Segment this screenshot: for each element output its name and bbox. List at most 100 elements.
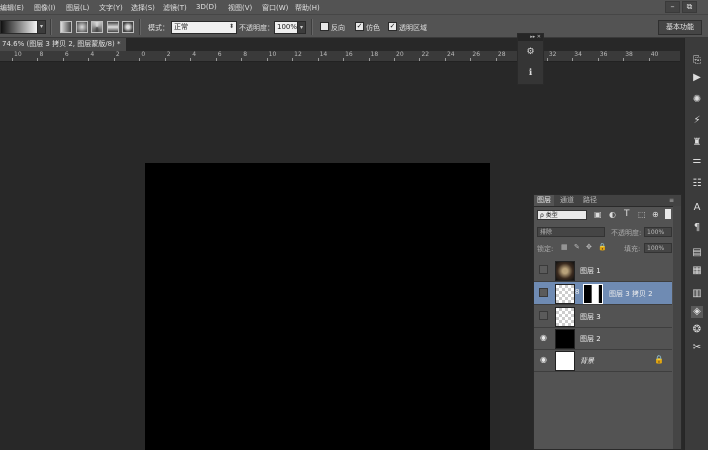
menu-window[interactable]: 窗口(W) — [262, 3, 288, 13]
ruler-tick — [164, 58, 166, 61]
layer-name: 图层 3 — [580, 313, 601, 321]
diamond-gradient-icon[interactable] — [122, 21, 134, 33]
tab-channels[interactable]: 通道 — [557, 195, 577, 206]
filter-type-icon[interactable]: T — [624, 209, 630, 219]
paragraph-icon[interactable]: ¶ — [691, 222, 703, 234]
reverse-checkbox[interactable] — [320, 22, 329, 31]
menu-3d[interactable]: 3D(D) — [196, 3, 217, 11]
layer-row[interactable]: 图层 3 — [534, 305, 672, 328]
panel-collapse-icon[interactable]: ▸▸ ✕ — [518, 34, 543, 41]
link-chain-icon[interactable]: 8 — [575, 288, 579, 296]
ruler-tick — [241, 58, 243, 61]
layer-thumbnail — [555, 351, 575, 371]
document-tab[interactable]: 74.6% (图层 3 拷贝 2, 图层蒙版/8) * — [0, 38, 126, 51]
document-tab-title: 74.6% (图层 3 拷贝 2, 图层蒙版/8) * — [2, 40, 121, 48]
menu-bar: 编辑(E) 图像(I) 图层(L) 文字(Y) 选择(S) 滤镜(T) 3D(D… — [0, 0, 708, 14]
eye-icon[interactable]: ◉ — [539, 355, 548, 364]
paragraph-styles-icon[interactable]: ☷ — [691, 178, 703, 190]
layer-mask-thumbnail[interactable] — [583, 284, 603, 304]
linear-gradient-icon[interactable] — [60, 21, 72, 33]
minimize-button[interactable]: – — [665, 1, 680, 13]
layer-opacity-label: 不透明度: — [611, 229, 642, 237]
layer-thumbnail — [555, 307, 575, 327]
ruler-tick — [648, 58, 650, 61]
menu-layer[interactable]: 图层(L) — [66, 3, 89, 13]
menu-image[interactable]: 图像(I) — [34, 3, 56, 13]
menu-view[interactable]: 视图(V) — [228, 3, 252, 13]
layer-row-selected[interactable]: 8 图层 3 拷贝 2 — [534, 282, 672, 305]
layer-filter-select[interactable]: ρ 类型 — [537, 210, 587, 220]
lock-transparent-icon[interactable]: ▦ — [561, 243, 568, 251]
options-bar: ▾ 模式： 正常 ⬍ 不透明度： 100% ▾ 反向 ✓ 仿色 ✓ 透明区域 基… — [0, 14, 708, 38]
clone-source-icon[interactable]: ♜ — [691, 137, 703, 149]
menu-help[interactable]: 帮助(H) — [295, 3, 320, 13]
layer-row[interactable]: ◉ 背景 🔒 — [534, 349, 672, 372]
opacity-label: 不透明度： — [239, 24, 274, 32]
filter-smart-object-icon[interactable]: ⊕ — [652, 210, 659, 219]
styles-icon[interactable]: ▦ — [691, 265, 703, 277]
ruler-tick-label: 6 — [217, 51, 222, 58]
lock-position-icon[interactable]: ✥ — [586, 243, 592, 251]
ruler-tick — [343, 58, 345, 61]
swatches-icon[interactable]: ▤ — [691, 247, 703, 259]
opacity-dropdown-icon[interactable]: ▾ — [297, 21, 306, 34]
chevron-down-icon: ⬍ — [228, 23, 234, 30]
layer-row[interactable]: 图层 1 — [534, 259, 672, 282]
ruler-tick-label: 0 — [141, 51, 146, 58]
gradient-picker-arrow-icon[interactable]: ▾ — [37, 20, 46, 34]
document-canvas[interactable] — [145, 163, 490, 450]
dither-checkbox[interactable]: ✓ — [355, 22, 364, 31]
ruler-tick — [215, 58, 217, 61]
filter-shape-icon[interactable]: ⬚ — [638, 210, 646, 219]
visibility-toggle[interactable] — [539, 288, 548, 297]
lock-all-icon[interactable]: 🔒 — [598, 243, 607, 251]
layers-scrollbar[interactable] — [673, 206, 681, 449]
ruler-tick-label: 38 — [625, 51, 633, 58]
ruler-tick — [292, 58, 294, 61]
filter-adjustment-icon[interactable]: ◐ — [609, 210, 616, 219]
restore-button[interactable]: ⧉ — [682, 1, 697, 13]
tab-layers[interactable]: 图层 — [534, 195, 554, 206]
visibility-toggle[interactable] — [539, 311, 548, 320]
paths-icon[interactable]: ✂ — [691, 342, 703, 354]
mode-select[interactable]: 正常 ⬍ — [171, 21, 237, 34]
info-panel-icon[interactable]: ⚙ — [525, 47, 536, 58]
ruler-tick-label: 8 — [39, 51, 44, 58]
gradient-preview[interactable] — [0, 20, 38, 34]
layer-row[interactable]: ◉ 图层 2 — [534, 327, 672, 350]
adjustments-icon[interactable]: ▥ — [691, 288, 703, 300]
panel-menu-icon[interactable]: ≡ — [666, 195, 677, 206]
workspace-button[interactable]: 基本功能 — [658, 20, 702, 35]
menu-filter[interactable]: 滤镜(T) — [163, 3, 187, 13]
angle-gradient-icon[interactable] — [91, 21, 103, 33]
navigator-icon[interactable]: ✺ — [691, 94, 703, 106]
ruler-tick-label: 26 — [472, 51, 481, 58]
menu-type[interactable]: 文字(Y) — [99, 3, 123, 13]
brush-presets-icon[interactable]: ⚡ — [691, 115, 703, 127]
tool-presets-icon[interactable]: ⚌ — [691, 155, 703, 167]
actions-play-icon[interactable]: ▶ — [691, 72, 703, 84]
fill-input[interactable]: 100% — [644, 243, 672, 253]
ruler-tick — [62, 58, 64, 61]
menu-edit[interactable]: 编辑(E) — [0, 3, 24, 13]
visibility-toggle[interactable] — [539, 265, 548, 274]
reflected-gradient-icon[interactable] — [107, 21, 119, 33]
history-icon[interactable]: ⎘ — [691, 55, 703, 67]
character-icon[interactable]: A — [691, 202, 703, 214]
ruler-tick-label: 10 — [14, 51, 22, 58]
ruler-tick — [88, 58, 90, 61]
filter-pixel-icon[interactable]: ▣ — [594, 210, 602, 219]
eye-icon[interactable]: ◉ — [539, 333, 548, 342]
transparency-checkbox[interactable]: ✓ — [388, 22, 397, 31]
blend-mode-select[interactable]: 排除 — [537, 227, 605, 237]
filter-toggle[interactable] — [665, 209, 671, 219]
radial-gradient-icon[interactable] — [76, 21, 88, 33]
channels-icon[interactable]: ❂ — [691, 324, 703, 336]
properties-icon[interactable]: ℹ — [525, 68, 536, 79]
tab-paths[interactable]: 路径 — [580, 195, 600, 206]
transparency-label: 透明区域 — [399, 24, 427, 32]
menu-select[interactable]: 选择(S) — [131, 3, 155, 13]
layers-panel-icon[interactable]: ◈ — [691, 306, 703, 318]
layer-opacity-input[interactable]: 100% — [644, 227, 672, 237]
lock-image-icon[interactable]: ✎ — [574, 243, 580, 251]
